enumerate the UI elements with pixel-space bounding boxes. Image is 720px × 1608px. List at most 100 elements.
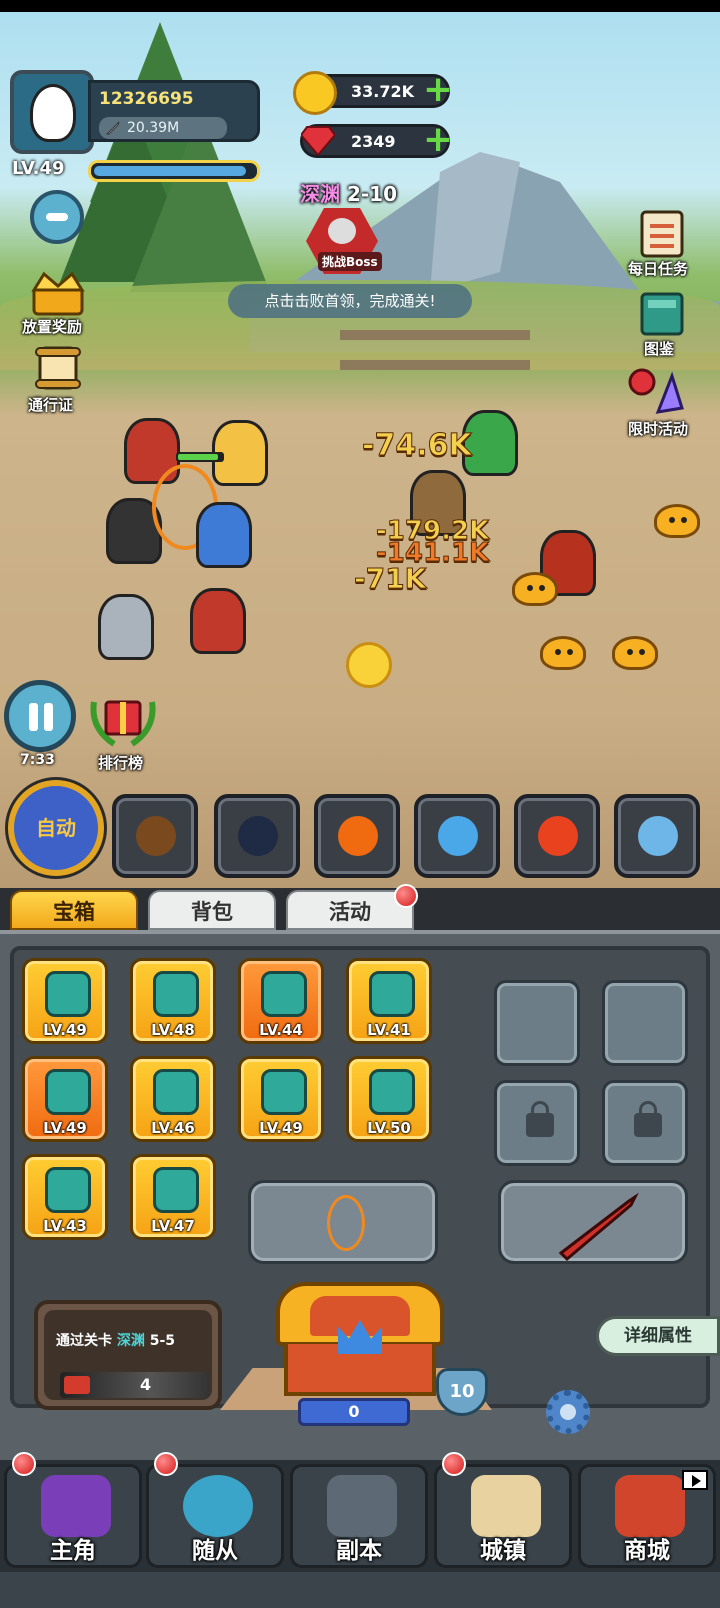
equipment-level: LV.46: [151, 1119, 195, 1137]
equipment-item[interactable]: LV.43: [22, 1154, 108, 1240]
nav-follower[interactable]: 随从: [146, 1464, 284, 1568]
fireball-icon: [338, 816, 378, 856]
helmet-icon: [153, 971, 199, 1017]
limited-event-label[interactable]: 限时活动: [628, 418, 688, 439]
enemy-yellow-slime: [612, 636, 658, 670]
xp-bar: [88, 160, 260, 182]
scroll-icon[interactable]: [30, 344, 86, 392]
nav-town[interactable]: 城镇: [434, 1464, 572, 1568]
equipment-item[interactable]: LV.49: [238, 1056, 324, 1142]
weapon-slot-bracer[interactable]: [494, 980, 580, 1066]
idle-reward-icon[interactable]: [30, 270, 86, 318]
skill-slot-3[interactable]: [314, 794, 400, 878]
sub-power: 20.39M: [99, 117, 227, 139]
lock-icon: [526, 1101, 554, 1137]
tab-chest[interactable]: 宝箱: [10, 890, 138, 930]
checklist-icon[interactable]: [636, 210, 692, 258]
stage-label: 深渊 2-10: [300, 178, 397, 207]
equipment-level: LV.44: [259, 1021, 303, 1039]
equipment-item[interactable]: LV.41: [346, 958, 432, 1044]
weapon-slot-swirl[interactable]: [602, 980, 688, 1066]
locked-slot[interactable]: [494, 1080, 580, 1166]
portal-icon: [327, 1195, 365, 1251]
portal-slot[interactable]: [248, 1180, 438, 1264]
battle-timer: 7:33: [20, 752, 55, 768]
stage-reward-prefix: 通过关卡: [56, 1333, 112, 1349]
daily-tasks-label[interactable]: 每日任务: [628, 258, 688, 279]
ghost-icon: [438, 816, 478, 856]
equipment-item[interactable]: LV.47: [130, 1154, 216, 1240]
dungeon-gate-icon: [327, 1475, 397, 1537]
locked-slot[interactable]: [602, 1080, 688, 1166]
skill-slot-5[interactable]: [514, 794, 600, 878]
detail-stats-button[interactable]: 详细属性: [596, 1316, 720, 1356]
notification-dot: [442, 1452, 466, 1476]
equipment-item[interactable]: LV.50: [346, 1056, 432, 1142]
nav-hero-label: 主角: [50, 1538, 96, 1564]
damage-number: -71K: [353, 562, 427, 596]
video-play-icon[interactable]: [682, 1470, 708, 1490]
hero-pirate: [190, 588, 246, 654]
gold-counter[interactable]: 33.72K +: [293, 71, 453, 115]
skill-slot-1[interactable]: [112, 794, 198, 878]
weapon-slot-blade[interactable]: [498, 1180, 688, 1264]
challenge-boss-label[interactable]: 挑战Boss: [318, 252, 382, 271]
gem-counter[interactable]: 2349 +: [300, 122, 453, 159]
auto-button[interactable]: 自动: [8, 780, 104, 876]
skill-slot-6[interactable]: [614, 794, 700, 878]
codex-label[interactable]: 图鉴: [644, 338, 674, 359]
nav-dungeon[interactable]: 副本: [290, 1464, 428, 1568]
feather-blade-icon: [638, 816, 678, 856]
hint-bubble: 点击击败首领，完成通关!: [228, 284, 472, 318]
equipment-item[interactable]: LV.49: [22, 1056, 108, 1142]
nav-shop-label: 商城: [624, 1538, 670, 1564]
ticket-icon: [64, 1376, 90, 1394]
treasure-chest[interactable]: [276, 1282, 444, 1416]
collapse-button[interactable]: [30, 190, 84, 244]
balloon-party-icon[interactable]: [628, 368, 684, 416]
add-gem-icon[interactable]: +: [423, 122, 453, 159]
gold-value: 33.72K: [351, 82, 415, 101]
crossbow-icon: [261, 1069, 307, 1115]
map-scroll-icon: [471, 1475, 541, 1537]
idle-reward-label[interactable]: 放置奖励: [22, 316, 82, 337]
pause-button[interactable]: [4, 680, 76, 752]
damage-number: -74.6K: [362, 428, 473, 464]
hero-wizard: [196, 502, 252, 568]
axe-icon: [45, 971, 91, 1017]
skill-slot-2[interactable]: [214, 794, 300, 878]
equipment-item[interactable]: LV.48: [130, 958, 216, 1044]
slime-orb-icon: [183, 1475, 253, 1537]
gold-coin-drop-icon[interactable]: [346, 642, 392, 688]
tab-backpack[interactable]: 背包: [148, 890, 276, 930]
red-sword-icon: [558, 1192, 639, 1262]
equipment-item[interactable]: LV.49: [22, 958, 108, 1044]
skill-slot-4[interactable]: [414, 794, 500, 878]
trophy-gift-icon[interactable]: [88, 688, 158, 748]
skull-bomb-icon: [238, 816, 278, 856]
equipment-level: LV.49: [43, 1119, 87, 1137]
enemy-yellow-slime: [540, 636, 586, 670]
pass-label[interactable]: 通行证: [28, 394, 73, 415]
book-icon[interactable]: [636, 290, 692, 338]
equipment-item[interactable]: LV.44: [238, 958, 324, 1044]
chest-armor-icon: [261, 971, 307, 1017]
stage-reward-card[interactable]: 通过关卡 深渊 5-5 4: [34, 1300, 222, 1410]
stage-number: 2-10: [346, 182, 398, 206]
panel-tabs: 宝箱 背包 活动: [0, 884, 720, 930]
add-gold-icon[interactable]: +: [423, 72, 453, 109]
gear-icon[interactable]: [546, 1390, 590, 1434]
stage-reward-inner: 通过关卡 深渊 5-5 4: [44, 1310, 212, 1400]
player-avatar[interactable]: [10, 70, 94, 154]
equipment-item[interactable]: LV.46: [130, 1056, 216, 1142]
ring-icon: [45, 1069, 91, 1115]
nav-hero[interactable]: 主角: [4, 1464, 142, 1568]
hero-hp-bar: [176, 452, 224, 462]
nav-dungeon-label: 副本: [336, 1538, 382, 1564]
ranking-label[interactable]: 排行榜: [98, 752, 143, 773]
flame-icon: [538, 816, 578, 856]
enemy-yellow-slime: [654, 504, 700, 538]
equipment-level: LV.41: [367, 1021, 411, 1039]
gold-coin-icon: [293, 71, 337, 115]
equipment-level: LV.50: [367, 1119, 411, 1137]
